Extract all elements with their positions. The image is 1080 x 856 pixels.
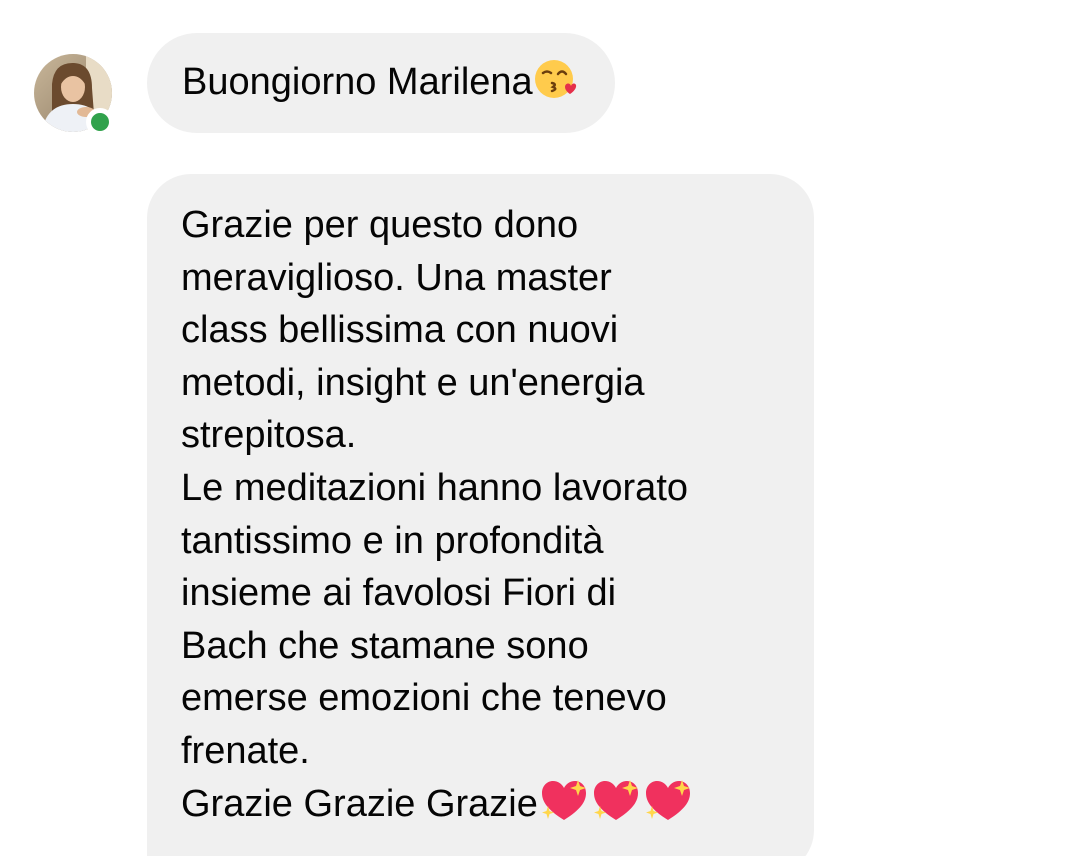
message-bubble[interactable]: Grazie per questo dono meraviglioso. Una… bbox=[147, 174, 814, 856]
message-text: Grazie per questo dono meraviglioso. Una… bbox=[181, 204, 689, 825]
online-status-indicator bbox=[86, 108, 114, 136]
message-bubble[interactable]: Buongiorno Marilena bbox=[147, 33, 615, 133]
chat-thread: Buongiorno Marilena Grazie per questo do… bbox=[0, 0, 1080, 856]
kissing-face-heart-emoji-icon bbox=[533, 56, 579, 102]
sparkling-heart-emoji-icon bbox=[642, 778, 694, 824]
message-text: Buongiorno Marilena bbox=[182, 61, 533, 103]
sparkling-heart-emoji-icon bbox=[590, 778, 642, 824]
sparkling-heart-emoji-icon bbox=[538, 778, 590, 824]
